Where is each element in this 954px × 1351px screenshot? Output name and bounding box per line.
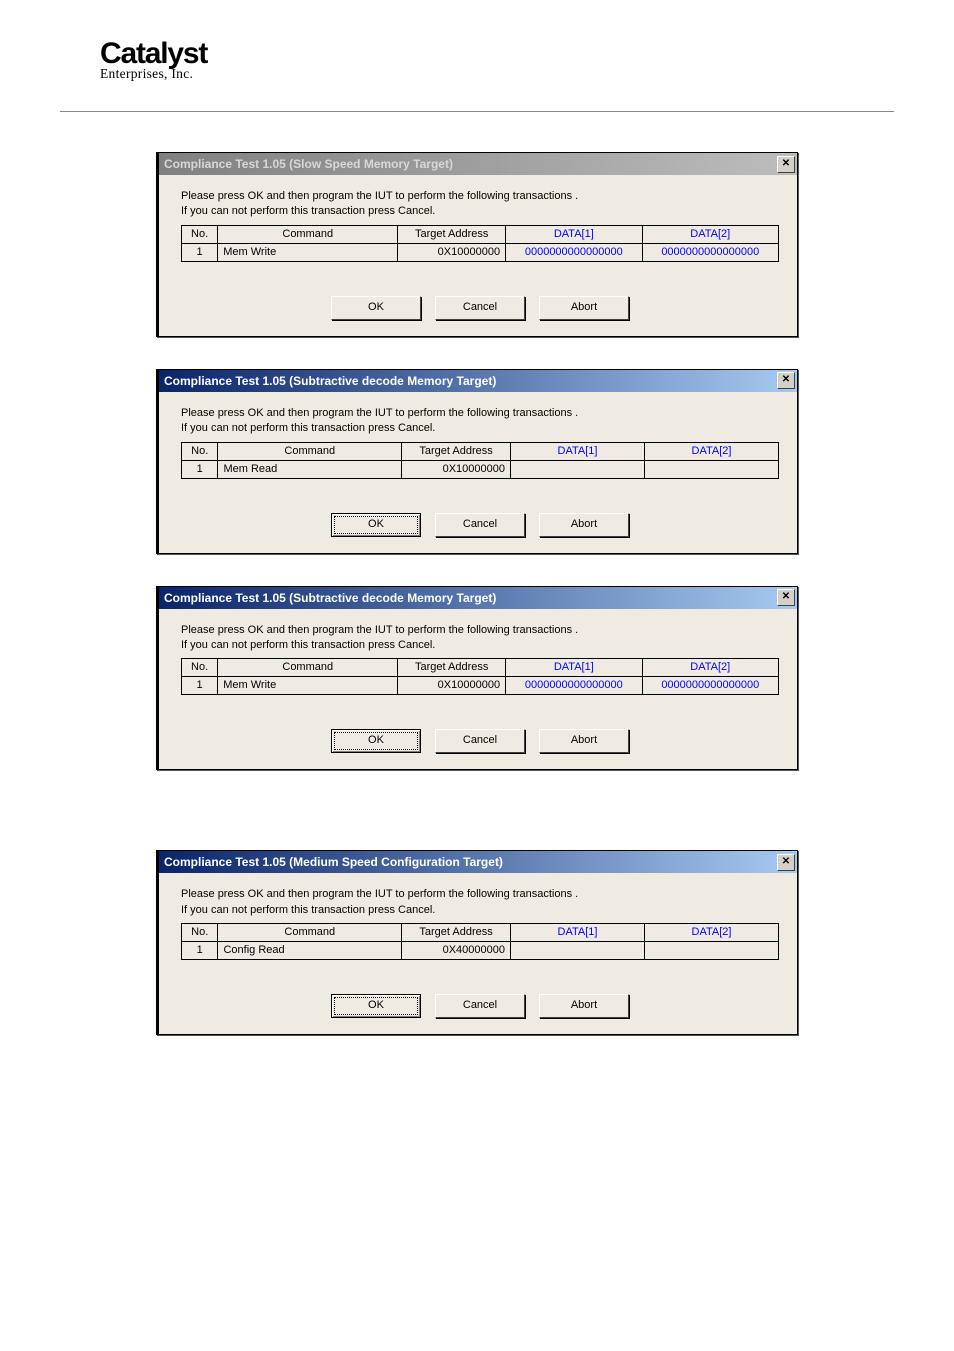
ok-button[interactable]: OK: [331, 994, 421, 1018]
ok-button[interactable]: OK: [331, 296, 421, 320]
close-icon[interactable]: ✕: [777, 589, 795, 606]
col-data1: DATA[1]: [506, 659, 642, 677]
dialog-titlebar: Compliance Test 1.05 (Subtractive decode…: [159, 587, 797, 609]
ok-button[interactable]: OK: [331, 729, 421, 753]
instruction-text: Please press OK and then program the IUT…: [181, 189, 779, 220]
col-command: Command: [218, 924, 402, 942]
close-icon[interactable]: ✕: [777, 854, 795, 871]
col-data1: DATA[1]: [506, 225, 642, 243]
document-page: Catalyst Enterprises, Inc. Compliance Te…: [0, 0, 954, 1127]
dialog-subtractive-write: Compliance Test 1.05 (Subtractive decode…: [156, 586, 798, 771]
abort-button[interactable]: Abort: [539, 513, 629, 537]
abort-button[interactable]: Abort: [539, 994, 629, 1018]
dialog-body: Please press OK and then program the IUT…: [159, 609, 797, 770]
table-row: 1 Mem Read 0X10000000: [182, 460, 779, 478]
cancel-button[interactable]: Cancel: [435, 296, 525, 320]
dialog-slow-speed-memory: Compliance Test 1.05 (Slow Speed Memory …: [156, 152, 798, 337]
dialog-subtractive-read: Compliance Test 1.05 (Subtractive decode…: [156, 369, 798, 554]
col-no: No.: [182, 659, 218, 677]
col-no: No.: [182, 442, 218, 460]
close-icon[interactable]: ✕: [777, 372, 795, 389]
col-data1: DATA[1]: [510, 924, 644, 942]
dialog-button-row: OK Cancel Abort: [181, 513, 779, 537]
col-data2: DATA[2]: [644, 924, 778, 942]
instruction-text: Please press OK and then program the IUT…: [181, 887, 779, 918]
dialog-button-row: OK Cancel Abort: [181, 296, 779, 320]
document-header: Catalyst Enterprises, Inc.: [60, 40, 894, 112]
col-data2: DATA[2]: [642, 659, 778, 677]
dialog-medium-speed-config: Compliance Test 1.05 (Medium Speed Confi…: [156, 850, 798, 1035]
col-no: No.: [182, 924, 218, 942]
instruction-text: Please press OK and then program the IUT…: [181, 406, 779, 437]
dialog-titlebar: Compliance Test 1.05 (Subtractive decode…: [159, 370, 797, 392]
company-logo: Catalyst Enterprises, Inc.: [100, 40, 207, 82]
col-command: Command: [218, 659, 398, 677]
cancel-button[interactable]: Cancel: [435, 729, 525, 753]
table-row: 1 Mem Write 0X10000000 0000000000000000 …: [182, 243, 779, 261]
dialog-body: Please press OK and then program the IUT…: [159, 392, 797, 553]
dialog-titlebar: Compliance Test 1.05 (Medium Speed Confi…: [159, 851, 797, 873]
table-header-row: No. Command Target Address DATA[1] DATA[…: [182, 659, 779, 677]
cancel-button[interactable]: Cancel: [435, 513, 525, 537]
transaction-table: No. Command Target Address DATA[1] DATA[…: [181, 923, 779, 960]
col-data1: DATA[1]: [510, 442, 644, 460]
col-data2: DATA[2]: [642, 225, 778, 243]
logo-text: Catalyst: [100, 40, 207, 67]
instruction-text: Please press OK and then program the IUT…: [181, 623, 779, 654]
transaction-table: No. Command Target Address DATA[1] DATA[…: [181, 658, 779, 695]
table-header-row: No. Command Target Address DATA[1] DATA[…: [182, 442, 779, 460]
dialog-button-row: OK Cancel Abort: [181, 729, 779, 753]
dialog-title: Compliance Test 1.05 (Slow Speed Memory …: [164, 157, 775, 171]
col-no: No.: [182, 225, 218, 243]
close-icon[interactable]: ✕: [777, 156, 795, 173]
table-row: 1 Config Read 0X40000000: [182, 942, 779, 960]
dialog-body: Please press OK and then program the IUT…: [159, 175, 797, 336]
table-header-row: No. Command Target Address DATA[1] DATA[…: [182, 225, 779, 243]
cancel-button[interactable]: Cancel: [435, 994, 525, 1018]
table-header-row: No. Command Target Address DATA[1] DATA[…: [182, 924, 779, 942]
dialog-title: Compliance Test 1.05 (Subtractive decode…: [164, 374, 775, 388]
ok-button[interactable]: OK: [331, 513, 421, 537]
col-target-address: Target Address: [398, 659, 506, 677]
dialog-button-row: OK Cancel Abort: [181, 994, 779, 1018]
logo-subtext: Enterprises, Inc.: [100, 66, 207, 82]
col-command: Command: [218, 442, 402, 460]
dialog-titlebar: Compliance Test 1.05 (Slow Speed Memory …: [159, 153, 797, 175]
transaction-table: No. Command Target Address DATA[1] DATA[…: [181, 442, 779, 479]
col-command: Command: [218, 225, 398, 243]
col-target-address: Target Address: [402, 924, 511, 942]
dialog-body: Please press OK and then program the IUT…: [159, 873, 797, 1034]
col-data2: DATA[2]: [644, 442, 778, 460]
table-row: 1 Mem Write 0X10000000 0000000000000000 …: [182, 677, 779, 695]
dialog-title: Compliance Test 1.05 (Medium Speed Confi…: [164, 855, 775, 869]
col-target-address: Target Address: [398, 225, 506, 243]
dialog-title: Compliance Test 1.05 (Subtractive decode…: [164, 591, 775, 605]
abort-button[interactable]: Abort: [539, 296, 629, 320]
abort-button[interactable]: Abort: [539, 729, 629, 753]
transaction-table: No. Command Target Address DATA[1] DATA[…: [181, 225, 779, 262]
col-target-address: Target Address: [402, 442, 511, 460]
